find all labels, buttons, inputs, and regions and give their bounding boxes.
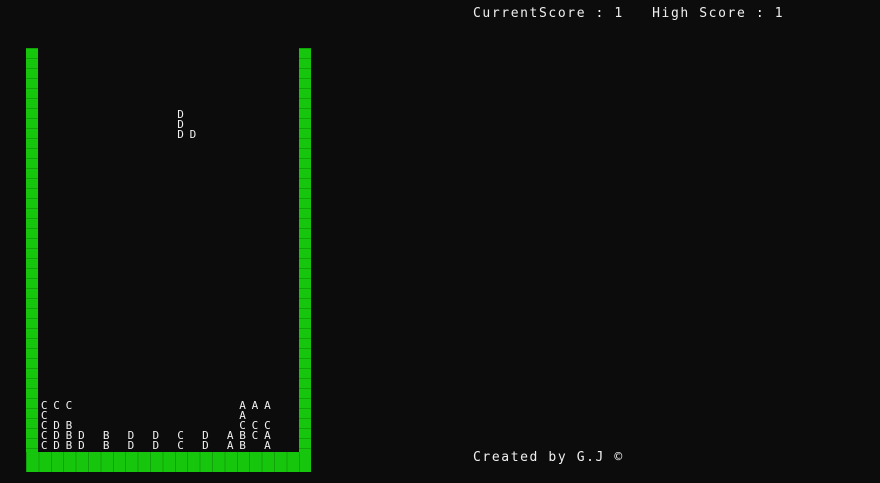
stack-block-4-2: B [65,439,73,452]
stack-block-0-2: C [65,399,73,412]
stack-block-4-15: A [226,439,234,452]
piece-block-2-11: D [177,128,184,141]
stack-block-4-13: D [202,439,209,452]
stack-block-4-9: D [152,439,160,452]
right-wall [299,48,311,472]
current-score-value: 1 [614,6,624,21]
score-display: CurrentScore : 1 High Score : 1 [473,6,785,21]
stack-block-0-1: C [53,399,60,412]
stack-block-4-18: A [264,439,271,452]
stack-block-4-5: B [102,439,110,452]
stack-block-4-7: D [127,439,135,452]
floor [26,452,311,472]
current-score-label: CurrentScore [473,6,587,21]
stack-block-3-17: C [251,429,259,442]
stack-block-4-0: C [40,439,48,452]
stack-block-0-17: A [251,399,259,412]
game-board: DDDD CCCAAACACDBCCCCDBDBDDCDABCACDBDBDDC… [0,0,880,483]
high-score-value: 1 [774,6,785,21]
stack-block-4-16: B [239,439,246,452]
stack-block-4-3: D [78,439,85,452]
credit-text: Created by G.J © [473,450,624,465]
piece-block-2-12: D [189,128,197,141]
left-wall [26,48,38,472]
high-score-label: High Score [652,6,747,21]
stack-block-4-1: D [53,439,60,452]
stack-block-0-18: A [264,399,271,412]
stack-block-4-11: C [177,439,184,452]
